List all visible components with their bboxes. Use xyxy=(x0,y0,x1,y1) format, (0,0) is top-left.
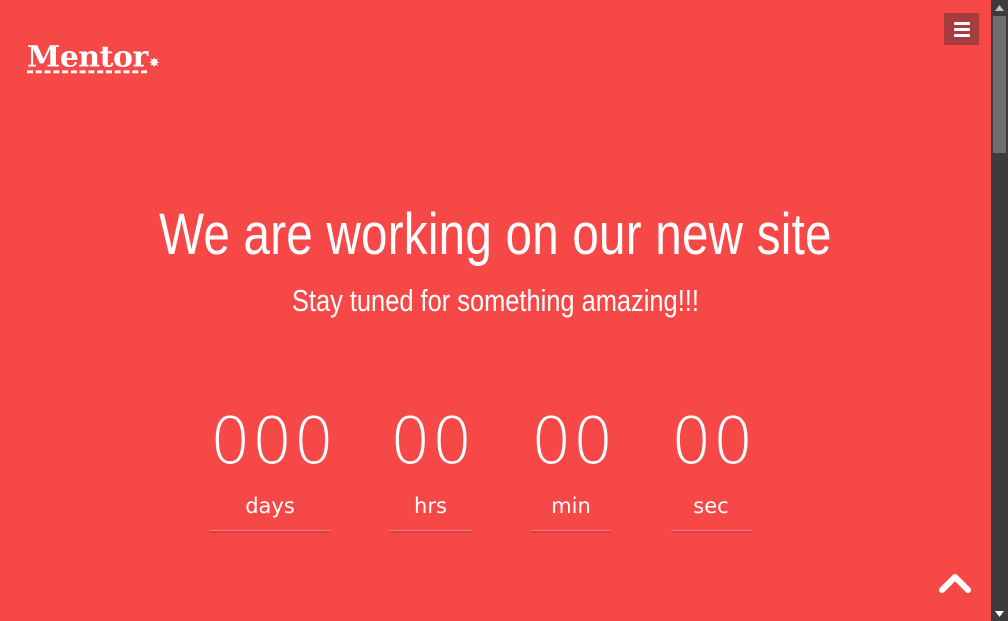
caret-up-icon xyxy=(995,4,1004,11)
vertical-scrollbar[interactable] xyxy=(991,0,1008,621)
caret-down-icon xyxy=(995,610,1004,617)
countdown-minutes: 00 min xyxy=(531,402,615,533)
countdown-divider xyxy=(210,530,330,533)
hamburger-menu-icon xyxy=(953,21,970,25)
site-logo[interactable]: Mentor ✸ xyxy=(27,40,160,76)
countdown-days: 000 days xyxy=(210,402,336,533)
menu-toggle-button[interactable] xyxy=(944,13,979,45)
scroll-to-top-button[interactable] xyxy=(934,568,976,598)
hamburger-menu-icon-bar xyxy=(953,27,970,31)
countdown-seconds: 00 sec xyxy=(671,402,755,533)
scrollbar-thumb[interactable] xyxy=(993,16,1006,153)
countdown-divider xyxy=(531,530,611,533)
coming-soon-page: Mentor ✸ We are working on our new site … xyxy=(0,0,991,621)
countdown-minutes-value: 00 xyxy=(531,405,615,479)
countdown-timer: 000 days 00 hrs 00 min 00 sec xyxy=(0,402,991,552)
scroll-down-arrow[interactable] xyxy=(991,606,1008,621)
countdown-hours-value: 00 xyxy=(390,405,474,479)
countdown-seconds-value: 00 xyxy=(671,405,755,479)
hamburger-menu-icon-bar xyxy=(953,33,970,37)
countdown-seconds-label: sec xyxy=(693,494,729,518)
page-title: We are working on our new site xyxy=(159,202,832,267)
countdown-minutes-label: min xyxy=(551,494,591,518)
scroll-up-arrow[interactable] xyxy=(991,0,1008,15)
chevron-up-icon xyxy=(939,574,971,593)
countdown-hours-label: hrs xyxy=(414,494,447,518)
page-subtitle: Stay tuned for something amazing!!! xyxy=(291,283,699,318)
logo-text: Mentor xyxy=(27,40,148,75)
countdown-hours: 00 hrs xyxy=(390,402,474,533)
countdown-divider xyxy=(671,530,751,533)
countdown-days-label: days xyxy=(245,494,295,518)
countdown-divider xyxy=(390,530,471,533)
sparkle-icon: ✸ xyxy=(148,55,160,70)
countdown-days-value: 000 xyxy=(210,405,336,479)
